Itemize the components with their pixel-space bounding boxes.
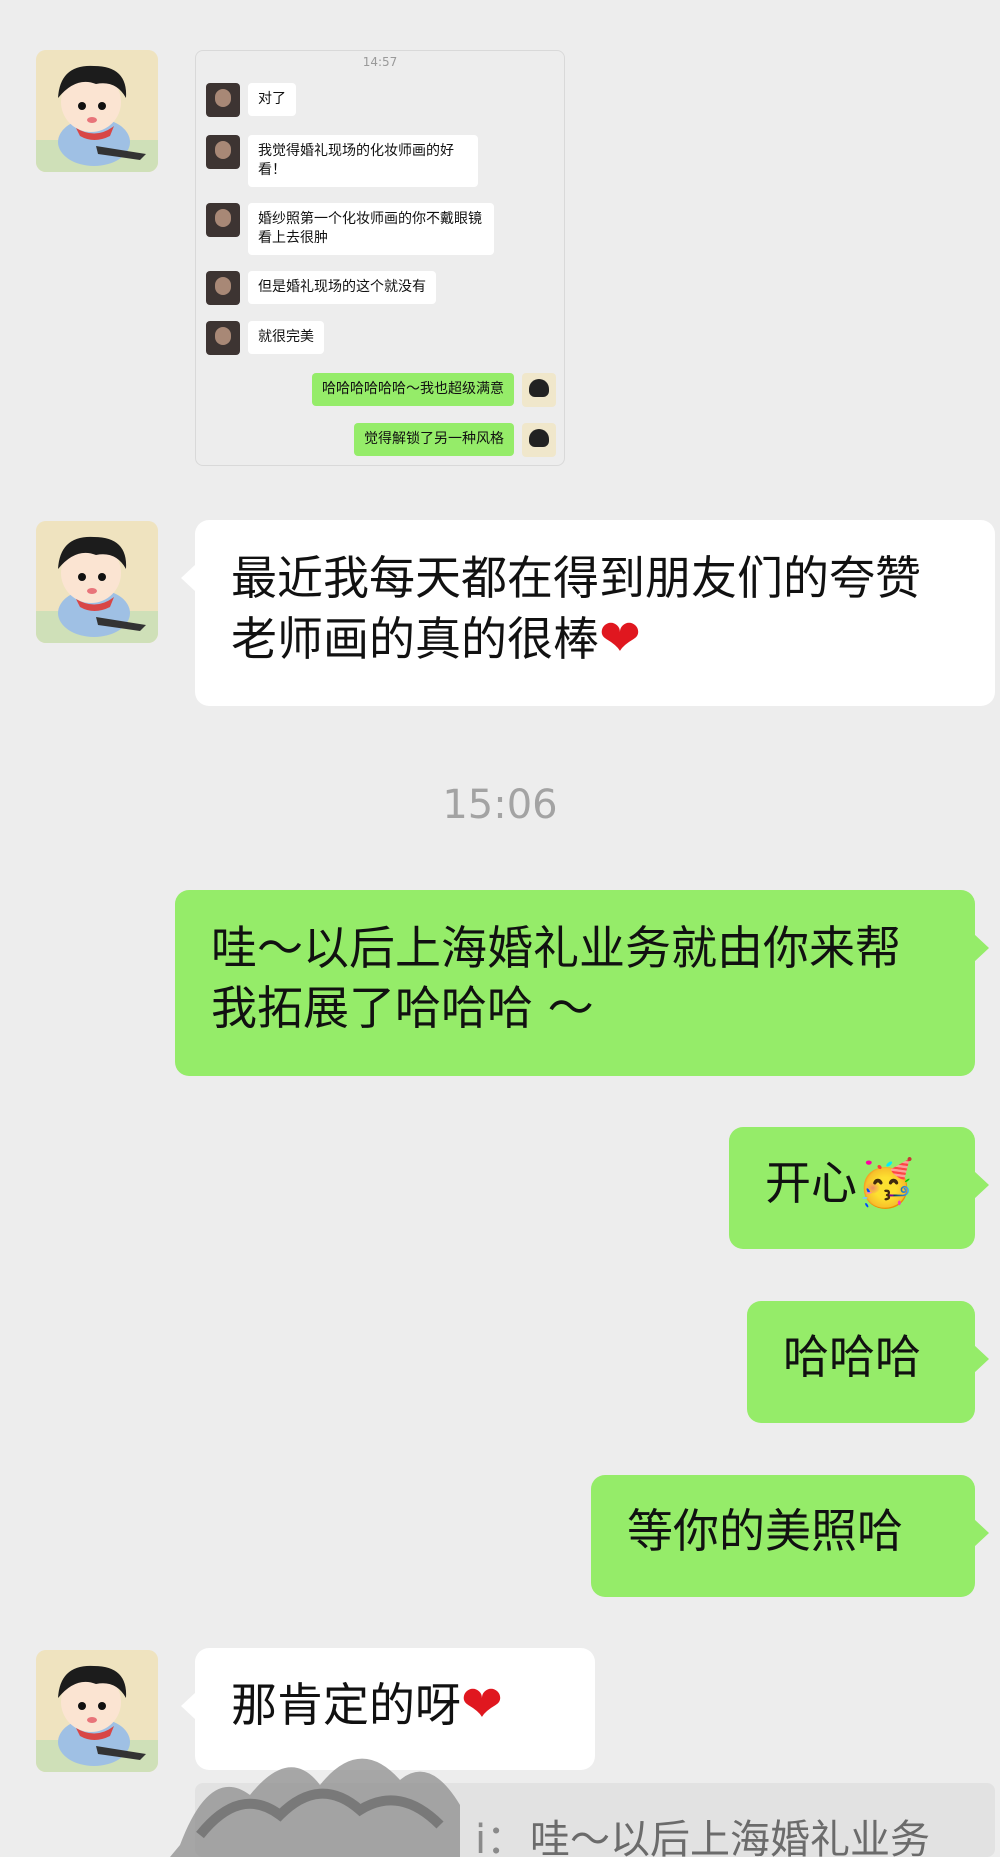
message-text: 等你的美照哈	[627, 1504, 903, 1558]
embedded-message: 我觉得婚礼现场的化妆师画的好看！	[248, 135, 478, 187]
embedded-my-avatar	[522, 423, 556, 457]
message-bubble-sent[interactable]: 开心🥳	[729, 1127, 989, 1249]
message-text: 那肯定的呀	[231, 1678, 461, 1732]
message-bubble-sent[interactable]: 哈哈哈	[747, 1301, 989, 1423]
embedded-contact-avatar	[206, 271, 240, 305]
embedded-contact-avatar	[206, 321, 240, 355]
message-text: 最近我每天都在得到朋友们的夸赞 老师画的真的很棒	[231, 551, 921, 666]
message-text: 哈哈哈	[783, 1330, 921, 1384]
embedded-my-avatar	[522, 373, 556, 407]
embedded-contact-avatar	[206, 83, 240, 117]
embedded-contact-avatar	[206, 135, 240, 169]
contact-avatar[interactable]	[36, 521, 158, 643]
redaction-scribble-icon	[170, 1758, 460, 1857]
embedded-contact-avatar	[206, 203, 240, 237]
quoted-text: 哇～以后上海婚礼业务	[530, 1817, 930, 1857]
embedded-message: 婚纱照第一个化妆师画的你不戴眼镜 看上去很肿	[248, 203, 494, 255]
chat-timestamp: 15:06	[442, 782, 558, 828]
message-bubble-sent[interactable]: 哇～以后上海婚礼业务就由你来帮我拓展了哈哈哈 ～	[175, 890, 989, 1076]
embedded-timestamp: 14:57	[362, 55, 398, 69]
contact-avatar[interactable]	[36, 1650, 158, 1772]
embedded-message: 就很完美	[248, 321, 324, 354]
message-text: 哇～以后上海婚礼业务就由你来帮我拓展了哈哈哈 ～	[211, 921, 901, 1035]
message-bubble-sent[interactable]: 等你的美照哈	[591, 1475, 989, 1597]
party-face-emoji-icon: 🥳	[857, 1156, 915, 1210]
contact-avatar[interactable]	[36, 50, 158, 172]
embedded-message: 但是婚礼现场的这个就没有	[248, 271, 436, 304]
heart-emoji-icon: ❤	[599, 609, 641, 667]
embedded-message-me: 哈哈哈哈哈哈～我也超级满意	[312, 373, 514, 406]
embedded-message-me: 觉得解锁了另一种风格	[354, 423, 514, 456]
message-bubble-received[interactable]: 最近我每天都在得到朋友们的夸赞 老师画的真的很棒❤	[181, 520, 995, 706]
cartoon-avatar-icon	[36, 50, 158, 172]
cartoon-avatar-icon	[36, 1650, 158, 1772]
quoted-sender: i：	[475, 1817, 527, 1857]
forwarded-chat-screenshot[interactable]: 14:57 对了 我觉得婚礼现场的化妆师画的好看！ 婚纱照第一个化妆师画的你不戴…	[195, 50, 565, 466]
embedded-message: 对了	[248, 83, 296, 116]
cartoon-avatar-icon	[36, 521, 158, 643]
message-text: 开心	[765, 1156, 857, 1210]
